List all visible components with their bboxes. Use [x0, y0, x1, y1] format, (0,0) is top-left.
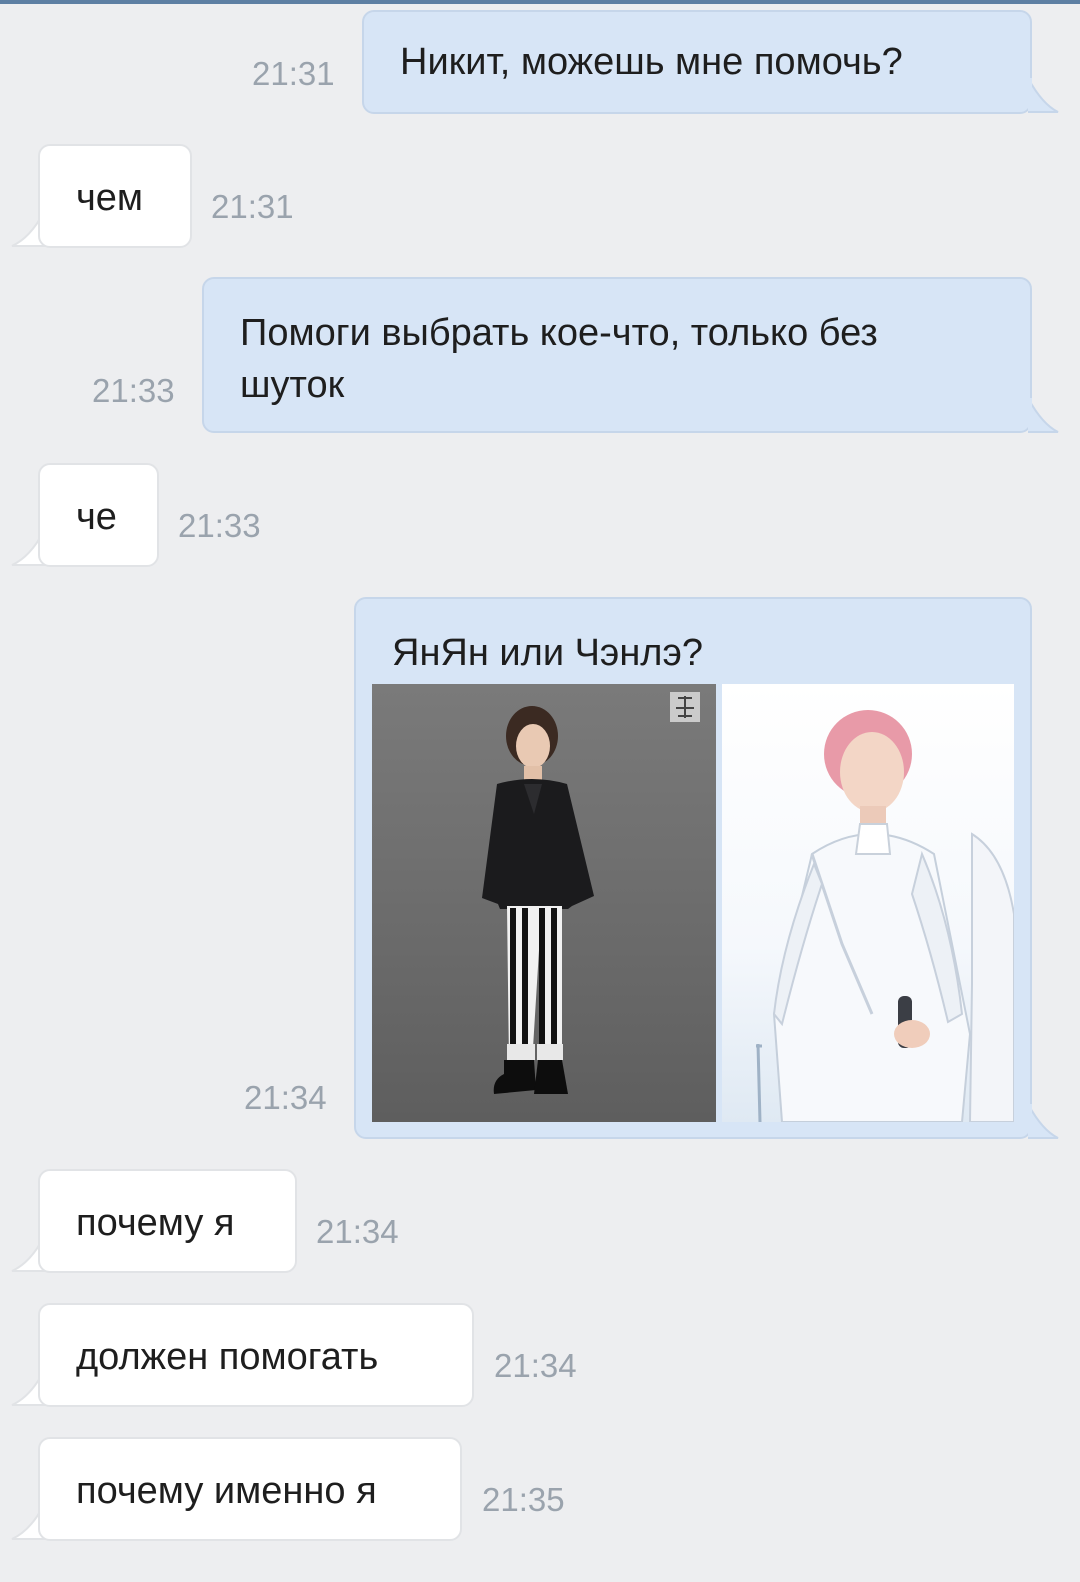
- incoming-message[interactable]: должен помогать: [38, 1303, 474, 1407]
- message-time: 21:34: [244, 1079, 327, 1116]
- message-time: 21:31: [211, 188, 294, 225]
- message-time: 21:33: [92, 372, 175, 409]
- photo-right[interactable]: [722, 684, 1014, 1122]
- message-text: че: [76, 496, 117, 538]
- message-time: 21:33: [178, 507, 261, 544]
- outgoing-message[interactable]: Никит, можешь мне помочь?: [362, 10, 1032, 114]
- person-figure-dark-suit: [482, 692, 700, 1094]
- bubble-tail: [1028, 1104, 1059, 1139]
- outgoing-message[interactable]: Помоги выбрать кое-что, только без шуток: [202, 277, 1032, 433]
- bubble-tail: [1028, 398, 1059, 433]
- message-text: почему именно я: [76, 1470, 377, 1512]
- incoming-message[interactable]: почему именно я: [38, 1437, 462, 1541]
- message-text: чем: [76, 177, 144, 219]
- message-text: должен помогать: [76, 1336, 379, 1378]
- message-text: Никит, можешь мне помочь?: [400, 41, 903, 83]
- top-border: [0, 0, 1080, 4]
- message-text-line: шуток: [240, 364, 345, 406]
- message-time: 21:35: [482, 1481, 565, 1518]
- outgoing-message[interactable]: ЯнЯн или Чэнлэ?: [354, 597, 1032, 1139]
- message-time: 21:31: [252, 55, 335, 92]
- incoming-message[interactable]: почему я: [38, 1169, 297, 1273]
- incoming-message[interactable]: че: [38, 463, 159, 567]
- bubble-tail: [1028, 78, 1059, 113]
- message-time: 21:34: [316, 1213, 399, 1250]
- message-text: ЯнЯн или Чэнлэ?: [392, 632, 703, 674]
- message-text-line: Помоги выбрать кое-что, только без: [240, 312, 878, 354]
- photo-left[interactable]: [372, 684, 716, 1122]
- message-time: 21:34: [494, 1347, 577, 1384]
- message-text: почему я: [76, 1202, 235, 1244]
- incoming-message[interactable]: чем: [38, 144, 192, 248]
- person-figure-white-suit: [756, 710, 1014, 1122]
